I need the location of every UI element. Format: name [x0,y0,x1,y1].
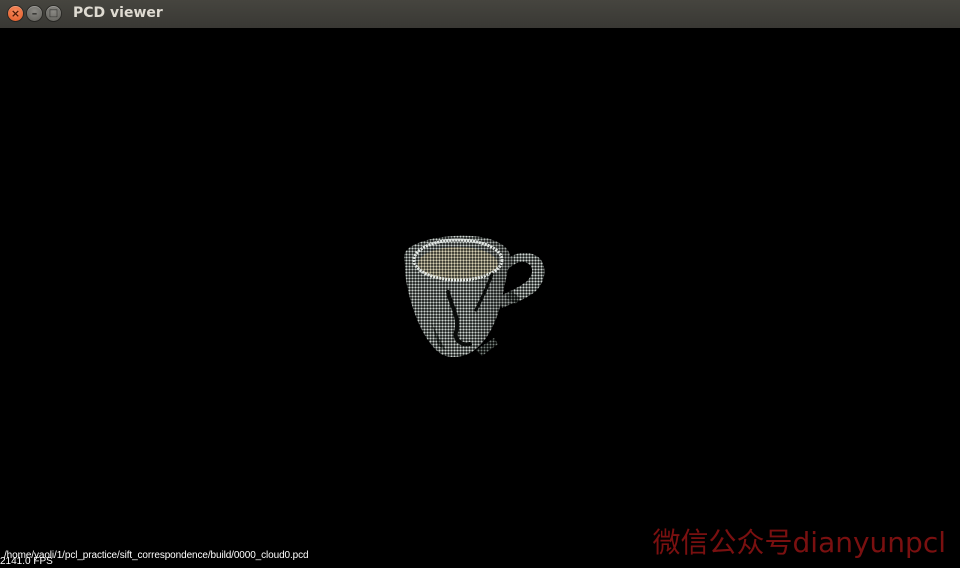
point-cloud-viewport[interactable]: /home/yaoli/1/pcl_practice/sift_correspo… [0,28,960,568]
window-title: PCD viewer [73,5,163,21]
mug-point-cloud [404,234,545,364]
minimize-window-button[interactable]: – [27,6,42,21]
close-window-button[interactable]: × [8,6,23,21]
title-bar: × – □ PCD viewer [0,0,960,29]
watermark-text: 微信公众号dianyunpcl [652,526,946,559]
point-cloud-canvas [404,234,545,364]
maximize-window-button[interactable]: □ [46,6,61,21]
fps-counter: 2141.0 FPS [0,556,53,567]
